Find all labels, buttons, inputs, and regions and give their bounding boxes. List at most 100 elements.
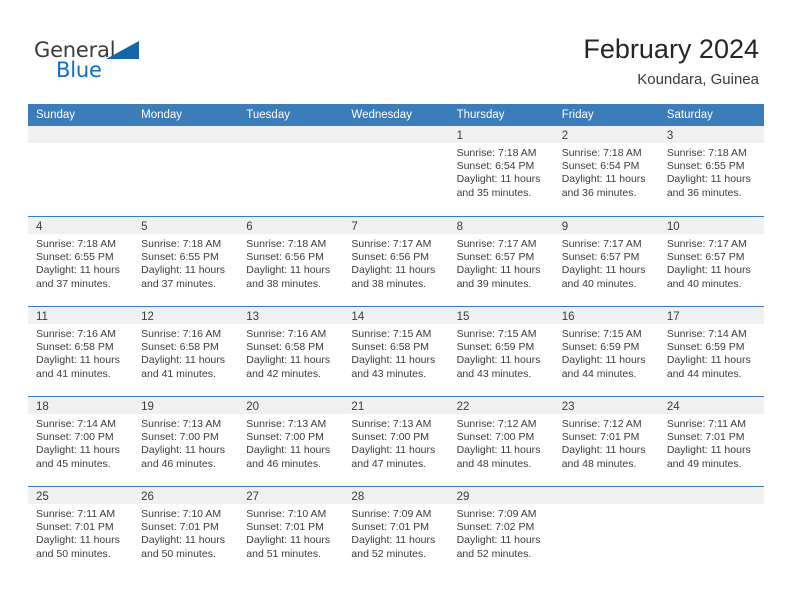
calendar-day-cell[interactable]: 4 Sunrise: 7:18 AM Sunset: 6:55 PM Daylight… bbox=[28, 217, 134, 306]
calendar-day-cell[interactable]: 10 Sunrise: 7:17 AM Sunset: 6:57 PM Dayligh… bbox=[658, 217, 764, 306]
daylight-text: Daylight: 11 hours bbox=[36, 354, 120, 367]
day-number: 5 bbox=[141, 221, 148, 233]
daylight-text: Daylight: 11 hours bbox=[351, 534, 436, 547]
daylight-text: and 52 minutes. bbox=[351, 547, 427, 560]
calendar-day-cell[interactable]: 24 Sunrise: 7:11 AM Sunset: 7:01 PM Dayligh… bbox=[658, 397, 764, 486]
calendar-day-cell[interactable]: 3 Sunrise: 7:18 AM Sunset: 6:55 PM Daylight… bbox=[658, 126, 764, 216]
calendar-day-cell[interactable]: 6 Sunrise: 7:18 AM Sunset: 6:56 PM Daylight… bbox=[238, 217, 344, 306]
day-details: Sunrise: 7:14 AM Sunset: 6:59 PM Daylight:… bbox=[659, 324, 764, 381]
day-details: Sunrise: 7:18 AM Sunset: 6:55 PM Daylight:… bbox=[28, 234, 133, 291]
day-number-bar: 15 bbox=[448, 307, 554, 324]
calendar-day-cell[interactable]: 18 Sunrise: 7:14 AM Sunset: 7:00 PM Dayligh… bbox=[28, 397, 134, 486]
calendar-day-cell[interactable]: 8 Sunrise: 7:17 AM Sunset: 6:57 PM Daylight… bbox=[448, 217, 554, 306]
day-number: 4 bbox=[36, 221, 43, 233]
calendar-day-cell[interactable]: 12 Sunrise: 7:16 AM Sunset: 6:58 PM Dayligh… bbox=[133, 307, 239, 396]
day-number: 16 bbox=[561, 311, 575, 323]
day-number-bar bbox=[28, 126, 134, 143]
weekday-header-tuesday: Tuesday bbox=[246, 109, 290, 121]
day-number-bar: 3 bbox=[658, 126, 764, 143]
sunrise-text: Sunrise: 7:16 AM bbox=[141, 328, 222, 340]
day-number-bar: 7 bbox=[343, 217, 449, 234]
calendar-day-cell[interactable]: 26 Sunrise: 7:10 AM Sunset: 7:01 PM Dayligh… bbox=[133, 487, 239, 576]
calendar-day-cell-empty bbox=[343, 126, 449, 216]
daylight-text: Daylight: 11 hours bbox=[351, 264, 436, 277]
sunset-text: Sunset: 6:55 PM bbox=[36, 251, 114, 264]
daylight-text: Daylight: 11 hours bbox=[246, 444, 331, 457]
day-number: 2 bbox=[561, 130, 569, 142]
sunset-text: Sunset: 7:00 PM bbox=[141, 431, 219, 444]
daylight-text: Daylight: 11 hours bbox=[141, 534, 225, 547]
daylight-text: and 37 minutes. bbox=[141, 277, 216, 290]
day-number-bar: 24 bbox=[658, 397, 764, 414]
sunset-text: Sunset: 7:00 PM bbox=[246, 431, 324, 444]
daylight-text: Daylight: 11 hours bbox=[246, 354, 331, 367]
day-number: 3 bbox=[666, 130, 674, 142]
weekday-header-wednesday: Wednesday bbox=[351, 109, 412, 121]
calendar-day-cell[interactable]: 23 Sunrise: 7:12 AM Sunset: 7:01 PM Dayligh… bbox=[553, 397, 659, 486]
sunset-text: Sunset: 6:59 PM bbox=[666, 341, 745, 354]
calendar-day-cell[interactable]: 22 Sunrise: 7:12 AM Sunset: 7:00 PM Dayligh… bbox=[448, 397, 554, 486]
day-number-bar: 2 bbox=[553, 126, 659, 143]
calendar-day-cell[interactable]: 25 Sunrise: 7:11 AM Sunset: 7:01 PM Dayligh… bbox=[28, 487, 134, 576]
day-number-bar bbox=[238, 126, 344, 143]
calendar-day-cell[interactable]: 2 Sunrise: 7:18 AM Sunset: 6:54 PM Daylight… bbox=[553, 126, 659, 216]
calendar-day-cell[interactable]: 21 Sunrise: 7:13 AM Sunset: 7:00 PM Dayligh… bbox=[343, 397, 449, 486]
day-details bbox=[554, 504, 659, 508]
day-number: 7 bbox=[351, 221, 358, 233]
calendar-day-cell[interactable]: 5 Sunrise: 7:18 AM Sunset: 6:55 PM Daylight… bbox=[133, 217, 239, 306]
sunset-text: Sunset: 6:59 PM bbox=[456, 341, 535, 354]
day-details bbox=[659, 504, 764, 508]
sunrise-text: Sunrise: 7:12 AM bbox=[561, 418, 642, 430]
calendar-day-cell[interactable]: 14 Sunrise: 7:15 AM Sunset: 6:58 PM Dayligh… bbox=[343, 307, 449, 396]
day-number: 11 bbox=[36, 311, 48, 323]
calendar-day-cell[interactable]: 28 Sunrise: 7:09 AM Sunset: 7:01 PM Dayligh… bbox=[343, 487, 449, 576]
calendar-day-cell[interactable]: 13 Sunrise: 7:16 AM Sunset: 6:58 PM Dayligh… bbox=[238, 307, 344, 396]
calendar-day-cell[interactable]: 27 Sunrise: 7:10 AM Sunset: 7:01 PM Dayligh… bbox=[238, 487, 344, 576]
daylight-text: Daylight: 11 hours bbox=[561, 173, 646, 186]
day-number-bar: 13 bbox=[238, 307, 344, 324]
day-number: 15 bbox=[456, 311, 470, 323]
daylight-text: Daylight: 11 hours bbox=[456, 264, 541, 277]
calendar-day-cell[interactable]: 20 Sunrise: 7:13 AM Sunset: 7:00 PM Dayligh… bbox=[238, 397, 344, 486]
day-number-bar: 29 bbox=[448, 487, 554, 504]
day-details: Sunrise: 7:12 AM Sunset: 7:00 PM Daylight:… bbox=[449, 414, 554, 471]
daylight-text: and 43 minutes. bbox=[351, 367, 427, 380]
sunrise-text: Sunrise: 7:17 AM bbox=[351, 238, 432, 250]
weekday-header-sunday: Sunday bbox=[36, 109, 76, 121]
sunrise-text: Sunrise: 7:09 AM bbox=[456, 508, 537, 520]
calendar-day-cell[interactable]: 11 Sunrise: 7:16 AM Sunset: 6:58 PM Dayligh… bbox=[28, 307, 134, 396]
day-number-bar: 8 bbox=[448, 217, 554, 234]
day-number-bar: 17 bbox=[658, 307, 764, 324]
weekday-header-saturday: Saturday bbox=[666, 109, 713, 121]
sunrise-text: Sunrise: 7:14 AM bbox=[666, 328, 747, 340]
day-details bbox=[343, 143, 448, 147]
sunrise-text: Sunrise: 7:17 AM bbox=[666, 238, 747, 250]
day-details: Sunrise: 7:15 AM Sunset: 6:59 PM Daylight:… bbox=[554, 324, 659, 381]
calendar-day-cell[interactable]: 16 Sunrise: 7:15 AM Sunset: 6:59 PM Dayligh… bbox=[553, 307, 659, 396]
day-details: Sunrise: 7:10 AM Sunset: 7:01 PM Daylight:… bbox=[238, 504, 343, 561]
daylight-text: Daylight: 11 hours bbox=[141, 264, 225, 277]
sunrise-text: Sunrise: 7:13 AM bbox=[351, 418, 432, 430]
day-details: Sunrise: 7:15 AM Sunset: 6:58 PM Daylight:… bbox=[343, 324, 448, 381]
sunrise-text: Sunrise: 7:11 AM bbox=[666, 418, 747, 430]
daylight-text: and 44 minutes. bbox=[561, 367, 637, 380]
daylight-text: and 41 minutes. bbox=[141, 367, 216, 380]
day-number: 14 bbox=[351, 311, 365, 323]
calendar-day-cell[interactable]: 15 Sunrise: 7:15 AM Sunset: 6:59 PM Dayligh… bbox=[448, 307, 554, 396]
daylight-text: and 50 minutes. bbox=[36, 547, 111, 560]
calendar-day-cell[interactable]: 1 Sunrise: 7:18 AM Sunset: 6:54 PM Daylight… bbox=[448, 126, 554, 216]
calendar-day-cell[interactable]: 17 Sunrise: 7:14 AM Sunset: 6:59 PM Dayligh… bbox=[658, 307, 764, 396]
sunset-text: Sunset: 6:58 PM bbox=[246, 341, 324, 354]
daylight-text: and 41 minutes. bbox=[36, 367, 111, 380]
day-details: Sunrise: 7:17 AM Sunset: 6:57 PM Daylight:… bbox=[554, 234, 659, 291]
day-number-bar: 21 bbox=[343, 397, 449, 414]
day-details: Sunrise: 7:17 AM Sunset: 6:57 PM Daylight:… bbox=[449, 234, 554, 291]
calendar-day-cell[interactable]: 29 Sunrise: 7:09 AM Sunset: 7:02 PM Dayligh… bbox=[448, 487, 554, 576]
sunset-text: Sunset: 7:01 PM bbox=[351, 521, 430, 534]
calendar-day-cell[interactable]: 19 Sunrise: 7:13 AM Sunset: 7:00 PM Dayligh… bbox=[133, 397, 239, 486]
sunset-text: Sunset: 6:56 PM bbox=[351, 251, 430, 264]
calendar-day-cell[interactable]: 9 Sunrise: 7:17 AM Sunset: 6:57 PM Daylight… bbox=[553, 217, 659, 306]
sunset-text: Sunset: 6:59 PM bbox=[561, 341, 640, 354]
calendar-day-cell[interactable]: 7 Sunrise: 7:17 AM Sunset: 6:56 PM Daylight… bbox=[343, 217, 449, 306]
logo-triangle-icon bbox=[106, 41, 139, 59]
